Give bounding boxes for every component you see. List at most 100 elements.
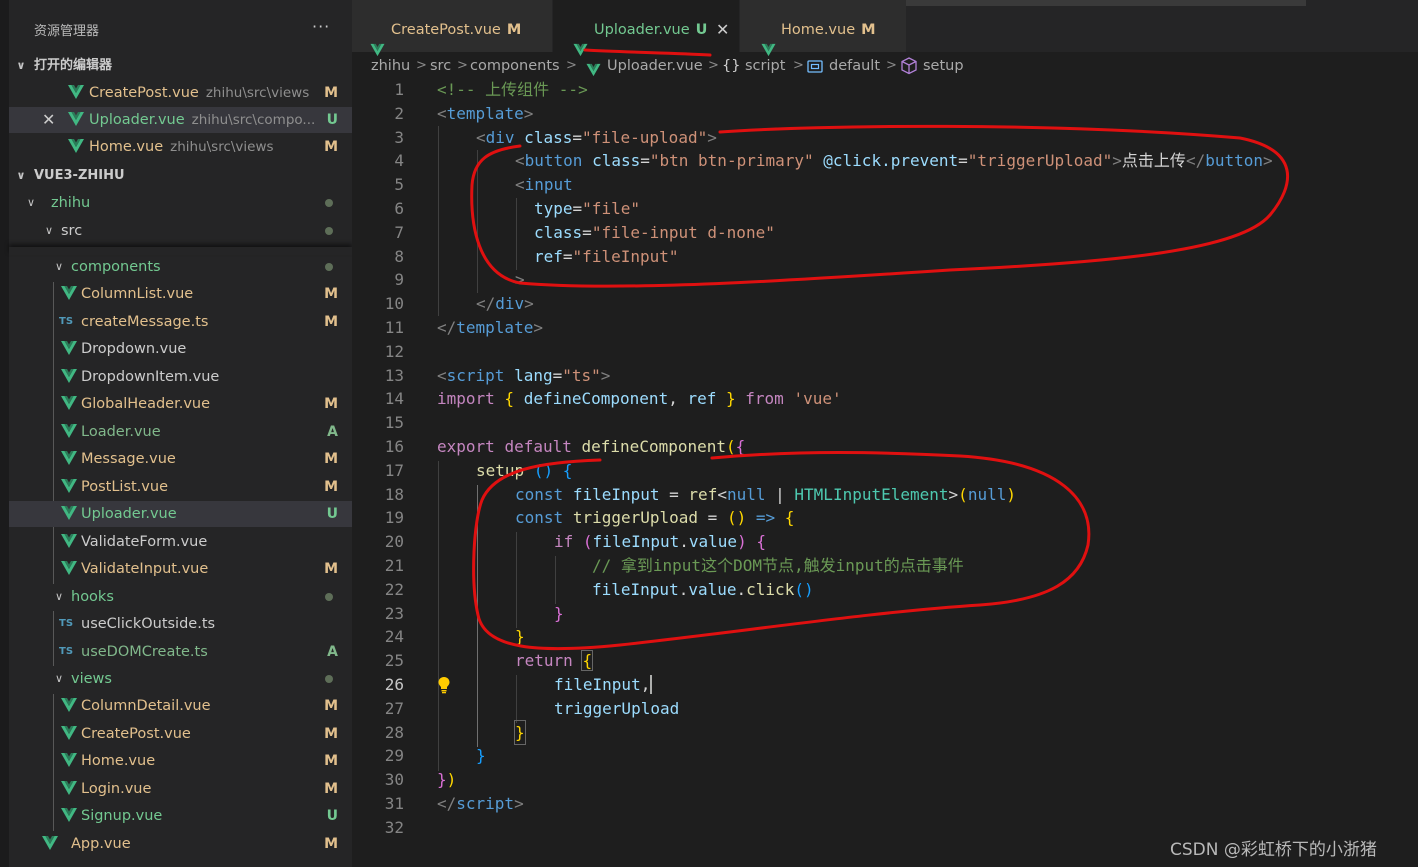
folder-views[interactable]: ∨ views [9,666,352,692]
file-name: Signup.vue [81,808,163,824]
breadcrumb-separator: > [416,58,427,73]
file-name: Uploader.vue [89,112,185,128]
file-name: Message.vue [81,451,176,467]
typescript-file-icon: TS [59,645,74,657]
close-icon[interactable]: ✕ [42,107,55,133]
folder-label: zhihu [51,195,91,211]
chevron-down-icon: ∨ [44,224,54,237]
git-status-badge: U [695,22,708,38]
git-status-badge: M [324,396,338,412]
open-editors-section[interactable]: ∨ 打开的编辑器 [9,53,352,79]
modified-dot [325,675,333,683]
typescript-file-icon: TS [59,315,74,327]
line-number: 32 [384,817,404,837]
file-columndetail-vue[interactable]: ColumnDetail.vue M [9,693,352,719]
braces-icon: {} [722,58,741,74]
breadcrumb-item[interactable]: Uploader.vue [607,52,703,80]
project-section[interactable]: ∨ VUE3-ZHIHU [9,163,352,189]
file-name: CreatePost.vue [89,85,199,101]
line-number: 15 [384,413,404,433]
breadcrumb-item[interactable]: components [470,52,560,80]
folder-src[interactable]: ∨ src [9,218,352,238]
file-columnlist-vue[interactable]: ColumnList.vue M [9,281,352,307]
tab-label: CreatePost.vue [391,22,501,38]
breadcrumb: zhihu > src > components > Uploader.vue … [352,52,1418,80]
modified-dot [325,263,333,271]
breadcrumb-item[interactable]: default [829,52,880,80]
file-dropdown-vue[interactable]: Dropdown.vue [9,336,352,362]
git-status-badge: M [324,753,338,769]
git-status-badge: A [327,423,338,440]
open-editor-home[interactable]: Home.vue zhihu\src\views M [9,134,352,160]
file-validateinput-vue[interactable]: ValidateInput.vue M [9,556,352,582]
folder-assets[interactable]: assets [9,238,352,247]
open-editor-createpost[interactable]: CreatePost.vue zhihu\src\views M [9,80,352,106]
close-icon[interactable]: ✕ [716,0,729,60]
chevron-down-icon: ∨ [16,169,26,182]
file-validateform-vue[interactable]: ValidateForm.vue [9,529,352,555]
file-name: PostList.vue [81,478,168,495]
file-path: zhihu\src\views [205,85,310,101]
file-home-vue[interactable]: Home.vue M [9,748,352,774]
editor-area: CreatePost.vue M Uploader.vue U ✕ Home.vue… [352,0,1418,867]
tab-home[interactable]: Home.vue M [740,0,906,57]
file-signup-vue[interactable]: Signup.vue U [9,803,352,829]
open-editors-label: 打开的编辑器 [34,58,113,73]
more-actions-icon[interactable]: ··· [312,17,330,36]
folder-label: assets [71,238,117,247]
file-createpost-vue[interactable]: CreatePost.vue M [9,721,352,747]
git-status-badge: M [506,22,522,38]
code-line: <!-- 上传组件 --> [437,80,588,99]
folder-hooks[interactable]: ∨ hooks [9,584,352,610]
line-number: 12 [384,341,404,361]
file-usedomcreate-ts[interactable]: TS useDOMCreate.ts A [9,639,352,665]
folder-label: components [71,259,161,275]
activity-bar-edge [0,0,9,867]
breadcrumb-separator: > [457,58,468,73]
file-message-vue[interactable]: Message.vue M [9,446,352,472]
chevron-down-icon: ∨ [26,196,36,209]
file-name: Uploader.vue [81,506,177,522]
git-status-badge: U [326,112,338,128]
code-editor[interactable]: 1 2 3 4 5 6 7 8 9 10 11 12 13 14 15 16 17 18 19 20 21 22 23 24 2… [352,78,1418,858]
breadcrumb-separator: > [708,58,719,73]
tab-label: Home.vue [781,22,856,38]
file-name: App.vue [71,836,131,852]
file-loader-vue[interactable]: Loader.vue A [9,419,352,445]
folder-zhihu[interactable]: ∨ zhihu [9,190,352,216]
modified-dot [325,199,333,207]
lightbulb-icon[interactable] [437,676,451,698]
folder-label: src [61,223,83,238]
folder-label: hooks [71,589,114,605]
tab-scrollbar[interactable] [906,0,1306,6]
file-uploader-vue[interactable]: Uploader.vue U [9,501,352,527]
file-name: DropdownItem.vue [81,368,220,385]
git-status-badge: M [324,698,338,714]
breadcrumb-item[interactable]: src [430,52,451,80]
breadcrumb-item[interactable]: script [745,52,785,80]
file-name: ColumnDetail.vue [81,698,211,714]
file-postlist-vue[interactable]: PostList.vue M [9,474,352,500]
file-name: GlobalHeader.vue [81,396,211,412]
file-login-vue[interactable]: Login.vue M [9,776,352,802]
folder-label: views [71,671,112,687]
tab-uploader[interactable]: Uploader.vue U ✕ [553,0,739,57]
breadcrumb-separator: > [566,58,577,73]
file-useclickoutside-ts[interactable]: TS useClickOutside.ts [9,611,352,637]
file-app-vue[interactable]: App.vue M [9,831,352,857]
file-createmessage-ts[interactable]: TS createMessage.ts M [9,309,352,335]
git-status-badge: M [324,139,338,155]
file-globalheader-vue[interactable]: GlobalHeader.vue M [9,391,352,417]
file-dropdownitem-vue[interactable]: DropdownItem.vue [9,364,352,390]
chevron-down-icon: ∨ [54,672,64,685]
git-status-badge: M [324,85,338,101]
git-status-badge: M [324,561,338,577]
tab-createpost[interactable]: CreatePost.vue M [352,0,552,57]
file-name: Loader.vue [81,423,161,440]
breadcrumb-item[interactable]: zhihu [371,52,410,80]
breadcrumb-item[interactable]: setup [923,52,964,80]
folder-components[interactable]: ∨ components [9,254,352,280]
open-editor-uploader[interactable]: ✕ Uploader.vue zhihu\src\compo... U [9,107,352,133]
git-status-badge: U [326,506,338,522]
file-name: ColumnList.vue [81,286,194,302]
